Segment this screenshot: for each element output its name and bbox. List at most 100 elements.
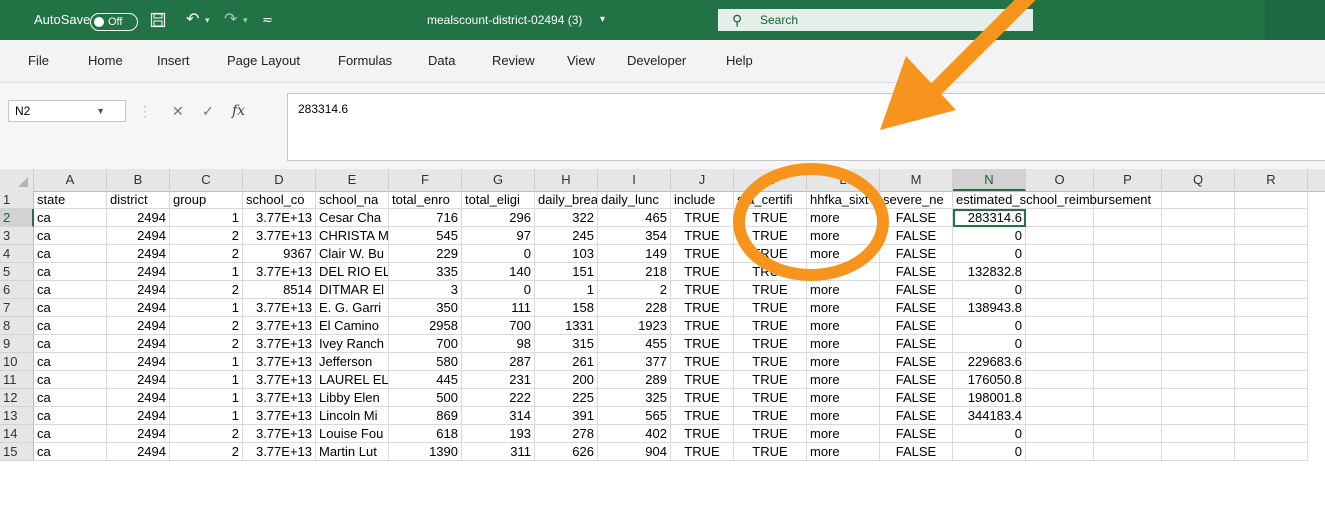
cell[interactable]: 325 <box>598 389 671 407</box>
cell[interactable]: TRUE <box>734 425 807 443</box>
column-header-g[interactable]: G <box>462 169 535 191</box>
cell[interactable]: FALSE <box>880 389 953 407</box>
cell[interactable]: ca <box>34 407 107 425</box>
cell[interactable] <box>1235 389 1308 407</box>
cell[interactable]: El Camino <box>316 317 389 335</box>
cell[interactable]: 3.77E+13 <box>243 443 316 461</box>
cell[interactable]: 158 <box>535 299 598 317</box>
cell[interactable] <box>1026 281 1094 299</box>
cell[interactable]: ca <box>34 425 107 443</box>
tab-home[interactable]: Home <box>88 40 123 82</box>
cell[interactable] <box>1094 209 1162 227</box>
cell[interactable]: 103 <box>535 245 598 263</box>
row-header[interactable]: 12 <box>0 389 34 407</box>
chevron-down-icon[interactable]: ▼ <box>96 101 105 121</box>
cell[interactable]: DITMAR El <box>316 281 389 299</box>
cell[interactable]: 626 <box>535 443 598 461</box>
cell[interactable]: 2494 <box>107 371 170 389</box>
cell[interactable]: more <box>807 389 880 407</box>
cell[interactable]: FALSE <box>880 335 953 353</box>
cell[interactable]: 296 <box>462 209 535 227</box>
cell[interactable]: more <box>807 227 880 245</box>
cell[interactable]: 193 <box>462 425 535 443</box>
cell[interactable]: TRUE <box>734 389 807 407</box>
tab-formulas[interactable]: Formulas <box>338 40 392 82</box>
cell[interactable] <box>1094 443 1162 461</box>
cell[interactable]: 3.77E+13 <box>243 263 316 281</box>
cell[interactable]: 315 <box>535 335 598 353</box>
cell[interactable]: 1 <box>170 209 243 227</box>
cell[interactable]: 3.77E+13 <box>243 371 316 389</box>
tab-developer[interactable]: Developer <box>627 40 686 82</box>
cell[interactable]: 2494 <box>107 263 170 281</box>
cell[interactable]: ca <box>34 209 107 227</box>
cell[interactable]: 350 <box>389 299 462 317</box>
redo-dropdown-icon[interactable]: ▾ <box>243 0 248 40</box>
cell[interactable] <box>1162 227 1235 245</box>
cell[interactable]: 0 <box>953 227 1026 245</box>
cell[interactable] <box>1235 281 1308 299</box>
cell[interactable]: 2494 <box>107 443 170 461</box>
cell[interactable] <box>1235 407 1308 425</box>
cell[interactable] <box>1162 443 1235 461</box>
cell[interactable]: 2494 <box>107 227 170 245</box>
cell[interactable]: 245 <box>535 227 598 245</box>
cell[interactable]: 2958 <box>389 317 462 335</box>
cell[interactable]: 335 <box>389 263 462 281</box>
cell[interactable]: 0 <box>953 245 1026 263</box>
cell[interactable] <box>1026 443 1094 461</box>
formula-input[interactable]: 283314.6 <box>287 93 1325 161</box>
cell[interactable]: TRUE <box>671 389 734 407</box>
cancel-icon[interactable]: ✕ <box>172 100 184 122</box>
cell[interactable]: FALSE <box>880 299 953 317</box>
cell[interactable] <box>1094 245 1162 263</box>
cell[interactable]: DEL RIO EL <box>316 263 389 281</box>
row-header[interactable]: 11 <box>0 371 34 389</box>
cell[interactable]: 402 <box>598 425 671 443</box>
cell[interactable]: ca <box>34 335 107 353</box>
row-header[interactable]: 10 <box>0 353 34 371</box>
row-header[interactable]: 9 <box>0 335 34 353</box>
cell[interactable]: more <box>807 443 880 461</box>
autosave-toggle[interactable]: Off <box>90 13 138 31</box>
cell[interactable]: 500 <box>389 389 462 407</box>
header-cell[interactable]: total_enro <box>389 191 462 209</box>
cell[interactable]: 545 <box>389 227 462 245</box>
cell[interactable]: 1 <box>170 263 243 281</box>
cell[interactable]: FALSE <box>880 407 953 425</box>
cell[interactable] <box>1162 335 1235 353</box>
row-header[interactable]: 4 <box>0 245 34 263</box>
cell[interactable]: FALSE <box>880 245 953 263</box>
cell[interactable]: 261 <box>535 353 598 371</box>
cell[interactable]: 1 <box>170 353 243 371</box>
cell[interactable] <box>1162 209 1235 227</box>
cell[interactable]: 2 <box>170 227 243 245</box>
cell[interactable]: 1390 <box>389 443 462 461</box>
cell[interactable]: Cesar Cha <box>316 209 389 227</box>
cell[interactable]: 465 <box>598 209 671 227</box>
cell[interactable] <box>1162 317 1235 335</box>
row-header[interactable]: 15 <box>0 443 34 461</box>
cell[interactable]: 580 <box>389 353 462 371</box>
header-cell[interactable]: hhfka_sixt <box>807 191 880 209</box>
cell[interactable] <box>1162 245 1235 263</box>
cell[interactable]: 2 <box>170 317 243 335</box>
cell[interactable]: 200 <box>535 371 598 389</box>
row-header[interactable]: 13 <box>0 407 34 425</box>
cell[interactable]: ca <box>34 245 107 263</box>
cell[interactable]: 289 <box>598 371 671 389</box>
cell[interactable]: 0 <box>462 245 535 263</box>
cell[interactable]: 0 <box>462 281 535 299</box>
header-cell[interactable]: total_eligi <box>462 191 535 209</box>
cell[interactable] <box>1026 263 1094 281</box>
cell[interactable]: 140 <box>462 263 535 281</box>
cell[interactable] <box>1026 353 1094 371</box>
cell[interactable]: 716 <box>389 209 462 227</box>
cell[interactable]: 3.77E+13 <box>243 317 316 335</box>
cell[interactable]: 344183.4 <box>953 407 1026 425</box>
cell[interactable]: 1 <box>170 371 243 389</box>
header-cell[interactable]: state <box>34 191 107 209</box>
cell[interactable]: 176050.8 <box>953 371 1026 389</box>
cell[interactable]: more <box>807 335 880 353</box>
cell[interactable]: 8514 <box>243 281 316 299</box>
